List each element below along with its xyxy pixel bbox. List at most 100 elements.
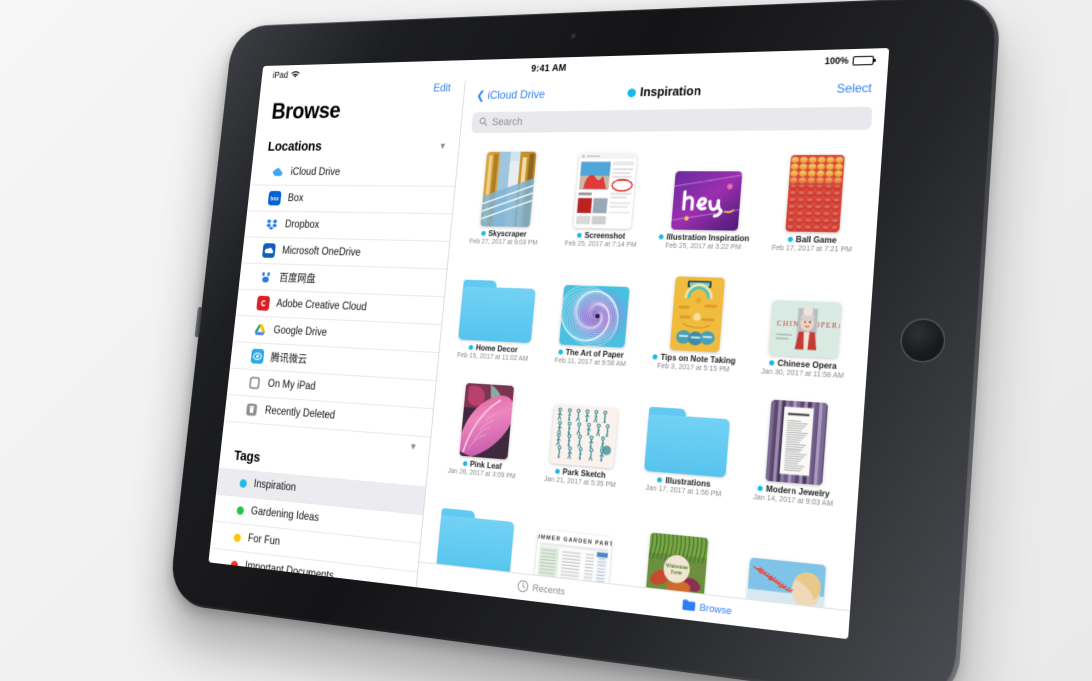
tags-header-label: Tags <box>233 447 261 466</box>
file-thumbnail <box>458 382 514 460</box>
file-grid-item[interactable]: Pink Leaf Jan 26, 2017 at 3:09 PM <box>440 368 533 481</box>
sidebar-location-item[interactable]: iCloud Drive <box>249 159 458 187</box>
locations-list: iCloud Drive box Box Dropbox Microsoft OneDr… <box>223 159 458 438</box>
split-view: Edit Browse Locations ▾ iCloud Drive box B… <box>208 70 888 640</box>
file-name-row: Ball Game <box>764 234 862 245</box>
file-name: Park Sketch <box>562 467 607 481</box>
tag-color-dot <box>224 614 233 625</box>
file-caption: Illustrations Jan 17, 2017 at 1:56 PM <box>637 473 731 499</box>
file-tag-dot <box>558 349 564 355</box>
tab-label: Recents <box>531 582 566 598</box>
file-thumbnail-box <box>453 255 544 344</box>
select-button[interactable]: Select <box>836 81 872 96</box>
box-icon: box <box>267 190 282 206</box>
chevron-down-icon[interactable]: ▾ <box>410 440 416 453</box>
file-grid-item[interactable]: Park Sketch Jan 21, 2017 at 5:35 PM <box>536 374 633 490</box>
baidu-netdisk-icon <box>259 269 273 284</box>
file-name-row: The Art of Paper <box>547 347 635 361</box>
status-time: 9:41 AM <box>530 62 567 74</box>
search-input[interactable]: Search <box>471 106 873 133</box>
sidebar-location-label: Box <box>287 192 304 204</box>
chevron-down-icon[interactable]: ▾ <box>440 140 446 152</box>
file-date: Feb 25, 2017 at 7:14 PM <box>564 240 637 249</box>
file-date: Feb 17, 2017 at 7:21 PM <box>771 244 852 254</box>
sidebar-location-label: Google Drive <box>272 324 328 339</box>
file-thumbnail <box>765 399 829 486</box>
sidebar-tag-label: Gardening Ideas <box>250 505 320 525</box>
tag-color-dot <box>233 532 242 542</box>
file-grid-item[interactable] <box>736 509 841 611</box>
sidebar-location-item[interactable]: box Box <box>247 185 455 215</box>
file-caption: Chinese Opera Jan 30, 2017 at 11:58 AM <box>754 357 853 380</box>
search-icon <box>478 116 488 128</box>
folder-icon <box>681 598 696 616</box>
back-button[interactable]: ❮ iCloud Drive <box>476 87 546 102</box>
file-name: Skyscraper <box>487 229 527 239</box>
file-thumbnail-box <box>559 141 653 229</box>
locations-header[interactable]: Locations ▾ <box>253 134 460 160</box>
file-name: Illustration Inspiration <box>666 232 750 244</box>
file-grid-scroll[interactable]: Skyscraper Feb 27, 2017 at 9:03 PM Screens… <box>419 138 883 611</box>
file-name-row: Park Sketch <box>537 465 625 482</box>
page-title: Browse <box>270 97 342 125</box>
file-tag-dot <box>468 344 474 351</box>
sidebar-location-label: Dropbox <box>284 219 320 231</box>
file-thumbnail <box>479 151 537 228</box>
file-date: Feb 11, 2017 at 9:58 AM <box>554 357 627 369</box>
file-caption: The Art of Paper Feb 11, 2017 at 9:58 AM <box>546 347 635 369</box>
sidebar-location-label: On My iPad <box>267 378 317 393</box>
tab-recents[interactable]: Recents <box>516 578 566 600</box>
search-placeholder: Search <box>491 116 523 129</box>
dropbox-icon <box>265 217 279 232</box>
file-grid-item[interactable]: Screenshot Feb 25, 2017 at 7:14 PM <box>557 141 653 249</box>
ipad-device-icon <box>248 375 262 391</box>
file-grid-item[interactable]: Modern Jewelry Jan 14, 2017 at 9:03 AM <box>744 386 850 509</box>
edit-button[interactable]: Edit <box>433 81 452 94</box>
sidebar-tag-label: Inspiration <box>253 478 297 494</box>
file-grid-item[interactable]: Tips on Note Taking Feb 3, 2017 at 5:15 P… <box>647 260 748 375</box>
file-name: Screenshot <box>584 230 626 241</box>
file-caption: Park Sketch Jan 21, 2017 at 5:35 PM <box>536 465 625 490</box>
file-tag-dot <box>481 230 486 236</box>
sidebar-location-label: Recently Deleted <box>264 405 336 422</box>
google-drive-icon <box>253 322 267 337</box>
file-name: Illustrations <box>664 475 711 490</box>
file-grid-item[interactable]: The Art of Paper Feb 11, 2017 at 9:58 AM <box>546 257 642 369</box>
file-grid-item[interactable]: Ball Game Feb 17, 2017 at 7:21 PM <box>763 140 868 254</box>
file-grid-item[interactable]: CHINESE OPERA Chinese Opera Jan 30, 2017 at… <box>754 262 860 380</box>
file-tag-dot <box>769 360 775 366</box>
icloud-drive-icon <box>271 165 285 179</box>
file-thumbnail-box <box>746 386 851 487</box>
ipad-screen: iPad 9:41 AM 100% Edit Browse Locations … <box>208 48 890 640</box>
file-grid-item[interactable]: Skyscraper Feb 27, 2017 at 9:03 PM <box>462 142 554 247</box>
file-caption: Screenshot Feb 25, 2017 at 7:14 PM <box>557 230 645 249</box>
adobe-creative-cloud-icon <box>256 295 271 311</box>
file-name-row: Screenshot <box>558 230 646 241</box>
file-name-row: Tips on Note Taking <box>648 352 741 366</box>
sidebar-location-label: iCloud Drive <box>290 166 341 178</box>
sidebar-tag-label: For Fun <box>247 532 281 548</box>
file-grid-partial-row: SUMMER GARDEN PARTY Whitestone Farm <box>431 482 842 611</box>
clock-icon <box>516 578 529 596</box>
file-thumbnail <box>785 154 846 233</box>
file-thumbnail <box>573 153 638 229</box>
file-date: Feb 25, 2017 at 3:22 PM <box>664 242 742 252</box>
tab-label: Browse <box>698 601 733 618</box>
file-thumbnail <box>549 404 619 469</box>
locations-header-label: Locations <box>267 138 323 155</box>
file-date: Jan 14, 2017 at 9:03 AM <box>752 493 834 509</box>
svg-text:CHINESE: CHINESE <box>777 320 817 329</box>
files-app: iPad 9:41 AM 100% Edit Browse Locations … <box>208 48 890 640</box>
file-name: Ball Game <box>795 234 837 246</box>
file-caption: Home Decor Feb 15, 2017 at 11:02 AM <box>451 342 535 363</box>
file-name: Modern Jewelry <box>765 484 831 500</box>
file-grid-item[interactable]: Home Decor Feb 15, 2017 at 11:02 AM <box>451 255 543 364</box>
file-name-row: Skyscraper <box>463 229 546 239</box>
svg-text:box: box <box>270 197 279 203</box>
tab-browse[interactable]: Browse <box>681 598 733 620</box>
file-thumbnail-box <box>464 142 554 228</box>
screenshot-canvas: iPad 9:41 AM 100% Edit Browse Locations … <box>0 0 1092 681</box>
file-date: Feb 27, 2017 at 9:03 PM <box>468 238 538 247</box>
file-caption: Modern Jewelry Jan 14, 2017 at 9:03 AM <box>744 482 843 509</box>
tag-color-dot <box>236 505 245 515</box>
